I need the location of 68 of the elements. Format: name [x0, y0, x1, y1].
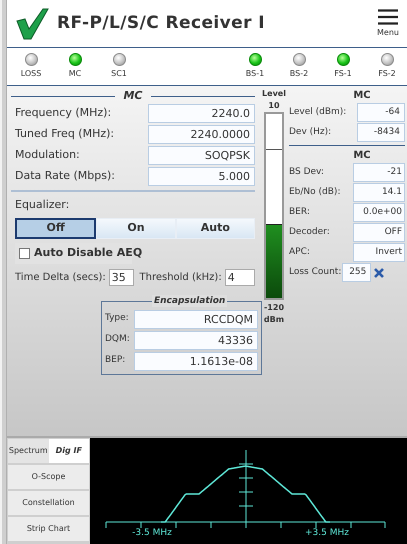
- equalizer-option[interactable]: Off: [15, 218, 96, 238]
- value-field[interactable]: 43336: [134, 330, 258, 350]
- indicator-label: FS-1: [334, 68, 352, 80]
- field-label: Data Rate (Mbps):: [14, 168, 116, 184]
- indicator-label: SC1: [111, 68, 127, 80]
- field-label: Time Delta (secs):: [15, 270, 106, 284]
- equalizer-option[interactable]: Auto: [176, 218, 255, 238]
- field-label: Frequency (MHz):: [14, 105, 112, 122]
- value-field[interactable]: SOQPSK: [148, 146, 255, 165]
- field-label: Tuned Freq (MHz):: [14, 126, 116, 142]
- field-label: Modulation:: [14, 147, 81, 164]
- display-tab[interactable]: Dig IF: [48, 439, 89, 463]
- indicator-label: MC: [68, 68, 82, 80]
- menu-icon: [378, 8, 398, 24]
- field-label: BEP:: [105, 354, 126, 368]
- field-label: BS Dev:: [289, 166, 325, 179]
- indicator-label: BS-1: [246, 68, 264, 80]
- field-label: Dev (Hz):: [289, 126, 332, 139]
- meter-min-label: -120: [264, 302, 284, 314]
- input-field[interactable]: 4: [224, 268, 255, 286]
- value-field[interactable]: -21: [353, 163, 405, 182]
- field-label: Threshold (kHz):: [140, 270, 222, 284]
- field-label: BER:: [289, 206, 311, 219]
- field-label: Equalizer:: [14, 197, 70, 213]
- close-icon: [374, 268, 384, 278]
- value-field[interactable]: -8434: [357, 123, 405, 142]
- axis-label: +3.5 MHz: [305, 528, 349, 538]
- value-field[interactable]: 14.1: [353, 183, 405, 202]
- value-field[interactable]: 255: [342, 263, 372, 282]
- checkmark-logo-icon: [15, 6, 49, 40]
- field-label: APC:: [289, 246, 311, 259]
- value-field[interactable]: 1.1613e-08: [134, 352, 258, 370]
- panel-title: Encapsulation: [152, 294, 228, 306]
- field-label: Eb/No (dB):: [289, 186, 342, 199]
- checkbox-label: Auto Disable AEQ: [34, 244, 142, 261]
- field-label: Loss Count:: [289, 266, 342, 279]
- display-tab[interactable]: Spectrum: [8, 439, 48, 463]
- value-field[interactable]: 5.000: [148, 167, 255, 186]
- display-button[interactable]: Constellation: [8, 491, 89, 515]
- axis-label: -3.5 MHz: [132, 528, 172, 538]
- value-field[interactable]: OFF: [353, 223, 405, 242]
- value-field[interactable]: 0.0e+00: [353, 203, 405, 222]
- field-label: Decoder:: [289, 226, 331, 239]
- input-field[interactable]: 35: [108, 268, 134, 286]
- display-button[interactable]: Strip Chart: [8, 517, 89, 541]
- meter-title: Level: [262, 88, 286, 100]
- value-field[interactable]: Invert: [353, 243, 405, 262]
- value-field[interactable]: 2240.0: [148, 104, 255, 123]
- display-button[interactable]: O-Scope: [8, 465, 89, 489]
- equalizer-option[interactable]: On: [96, 218, 176, 238]
- field-label: Type:: [105, 312, 130, 326]
- indicator-label: LOSS: [20, 68, 42, 80]
- checkbox[interactable]: [19, 248, 30, 258]
- field-label: Level (dBm):: [289, 106, 348, 119]
- section-title: MC: [352, 149, 372, 163]
- value-field[interactable]: RCCDQM: [134, 310, 258, 328]
- section-title: MC: [352, 89, 372, 103]
- field-label: DQM:: [105, 333, 131, 346]
- menu-button[interactable]: Menu: [377, 8, 399, 38]
- value-field[interactable]: -64: [357, 103, 405, 122]
- meter-unit-label: dBm: [264, 314, 284, 326]
- section-title: MC: [123, 88, 143, 104]
- indicator-label: FS-2: [378, 68, 396, 80]
- indicator-label: BS-2: [290, 68, 308, 80]
- window-title: RF-P/L/S/C Receiver I: [57, 12, 266, 35]
- meter-max-label: 10: [268, 100, 280, 112]
- value-field[interactable]: 2240.0000: [148, 125, 255, 144]
- reset-button[interactable]: [374, 268, 384, 278]
